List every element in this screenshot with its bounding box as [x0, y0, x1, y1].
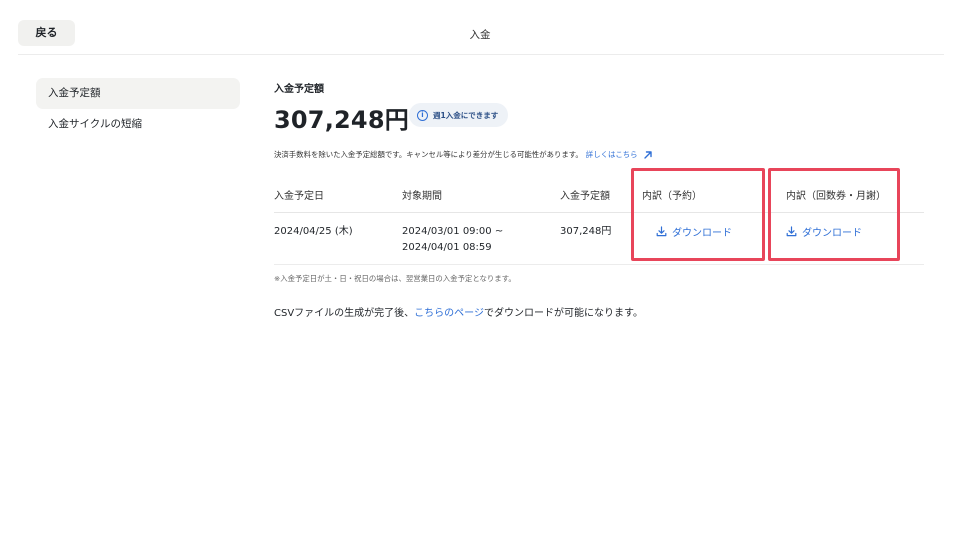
external-arrow-icon[interactable] [643, 150, 653, 160]
note-text: 決済手数料を除いた入金予定総額です。キャンセル等により差分が生じる可能性がありま… [274, 150, 583, 159]
details-link[interactable]: 詳しくはこちら [586, 149, 638, 160]
page-title: 入金 [469, 29, 491, 41]
csv-text-before: CSVファイルの生成が完了後、 [274, 308, 415, 319]
cell-scheduled-date: 2024/04/25 (木) [274, 226, 353, 237]
deposit-amount: 307,248円 [274, 106, 409, 134]
header-scheduled-amount: 入金予定額 [560, 191, 610, 202]
period-start: 2024/03/01 09:00 ~ [402, 226, 504, 237]
csv-text-after: でダウンロードが可能になります。 [483, 308, 643, 319]
cell-scheduled-amount: 307,248円 [560, 226, 612, 237]
sidebar-item-shorten-cycle[interactable]: 入金サイクルの短縮 [36, 109, 240, 140]
highlight-box-tickets [768, 168, 900, 261]
table-row-divider [274, 264, 924, 265]
badge-label: 週1入金にできます [433, 110, 499, 120]
amount-row: 307,248円 i 週1入金にできます [274, 100, 674, 134]
cell-target-period: 2024/03/01 09:00 ~ 2024/04/01 08:59 [402, 224, 503, 256]
sidebar: 入金予定額 入金サイクルの短縮 [36, 78, 240, 140]
period-end: 2024/04/01 08:59 [402, 242, 492, 253]
header-target-period: 対象期間 [402, 191, 442, 202]
sidebar-item-scheduled-deposit[interactable]: 入金予定額 [36, 78, 240, 109]
header-divider [18, 54, 944, 55]
info-icon: i [417, 109, 428, 121]
csv-notice: CSVファイルの生成が完了後、こちらのページでダウンロードが可能になります。 [274, 304, 643, 319]
page-header: 戻る 入金 [0, 0, 960, 56]
header-scheduled-date: 入金予定日 [274, 191, 324, 202]
weekly-cycle-badge[interactable]: i 週1入金にできます [409, 103, 509, 127]
highlight-box-reservation [631, 168, 765, 261]
section-label: 入金予定額 [274, 84, 324, 95]
footnote: ※入金予定日が土・日・祝日の場合は、翌営業日の入金予定となります。 [274, 274, 516, 283]
csv-page-link[interactable]: こちらのページ [414, 308, 484, 319]
deposit-note: 決済手数料を除いた入金予定総額です。キャンセル等により差分が生じる可能性がありま… [274, 149, 653, 160]
